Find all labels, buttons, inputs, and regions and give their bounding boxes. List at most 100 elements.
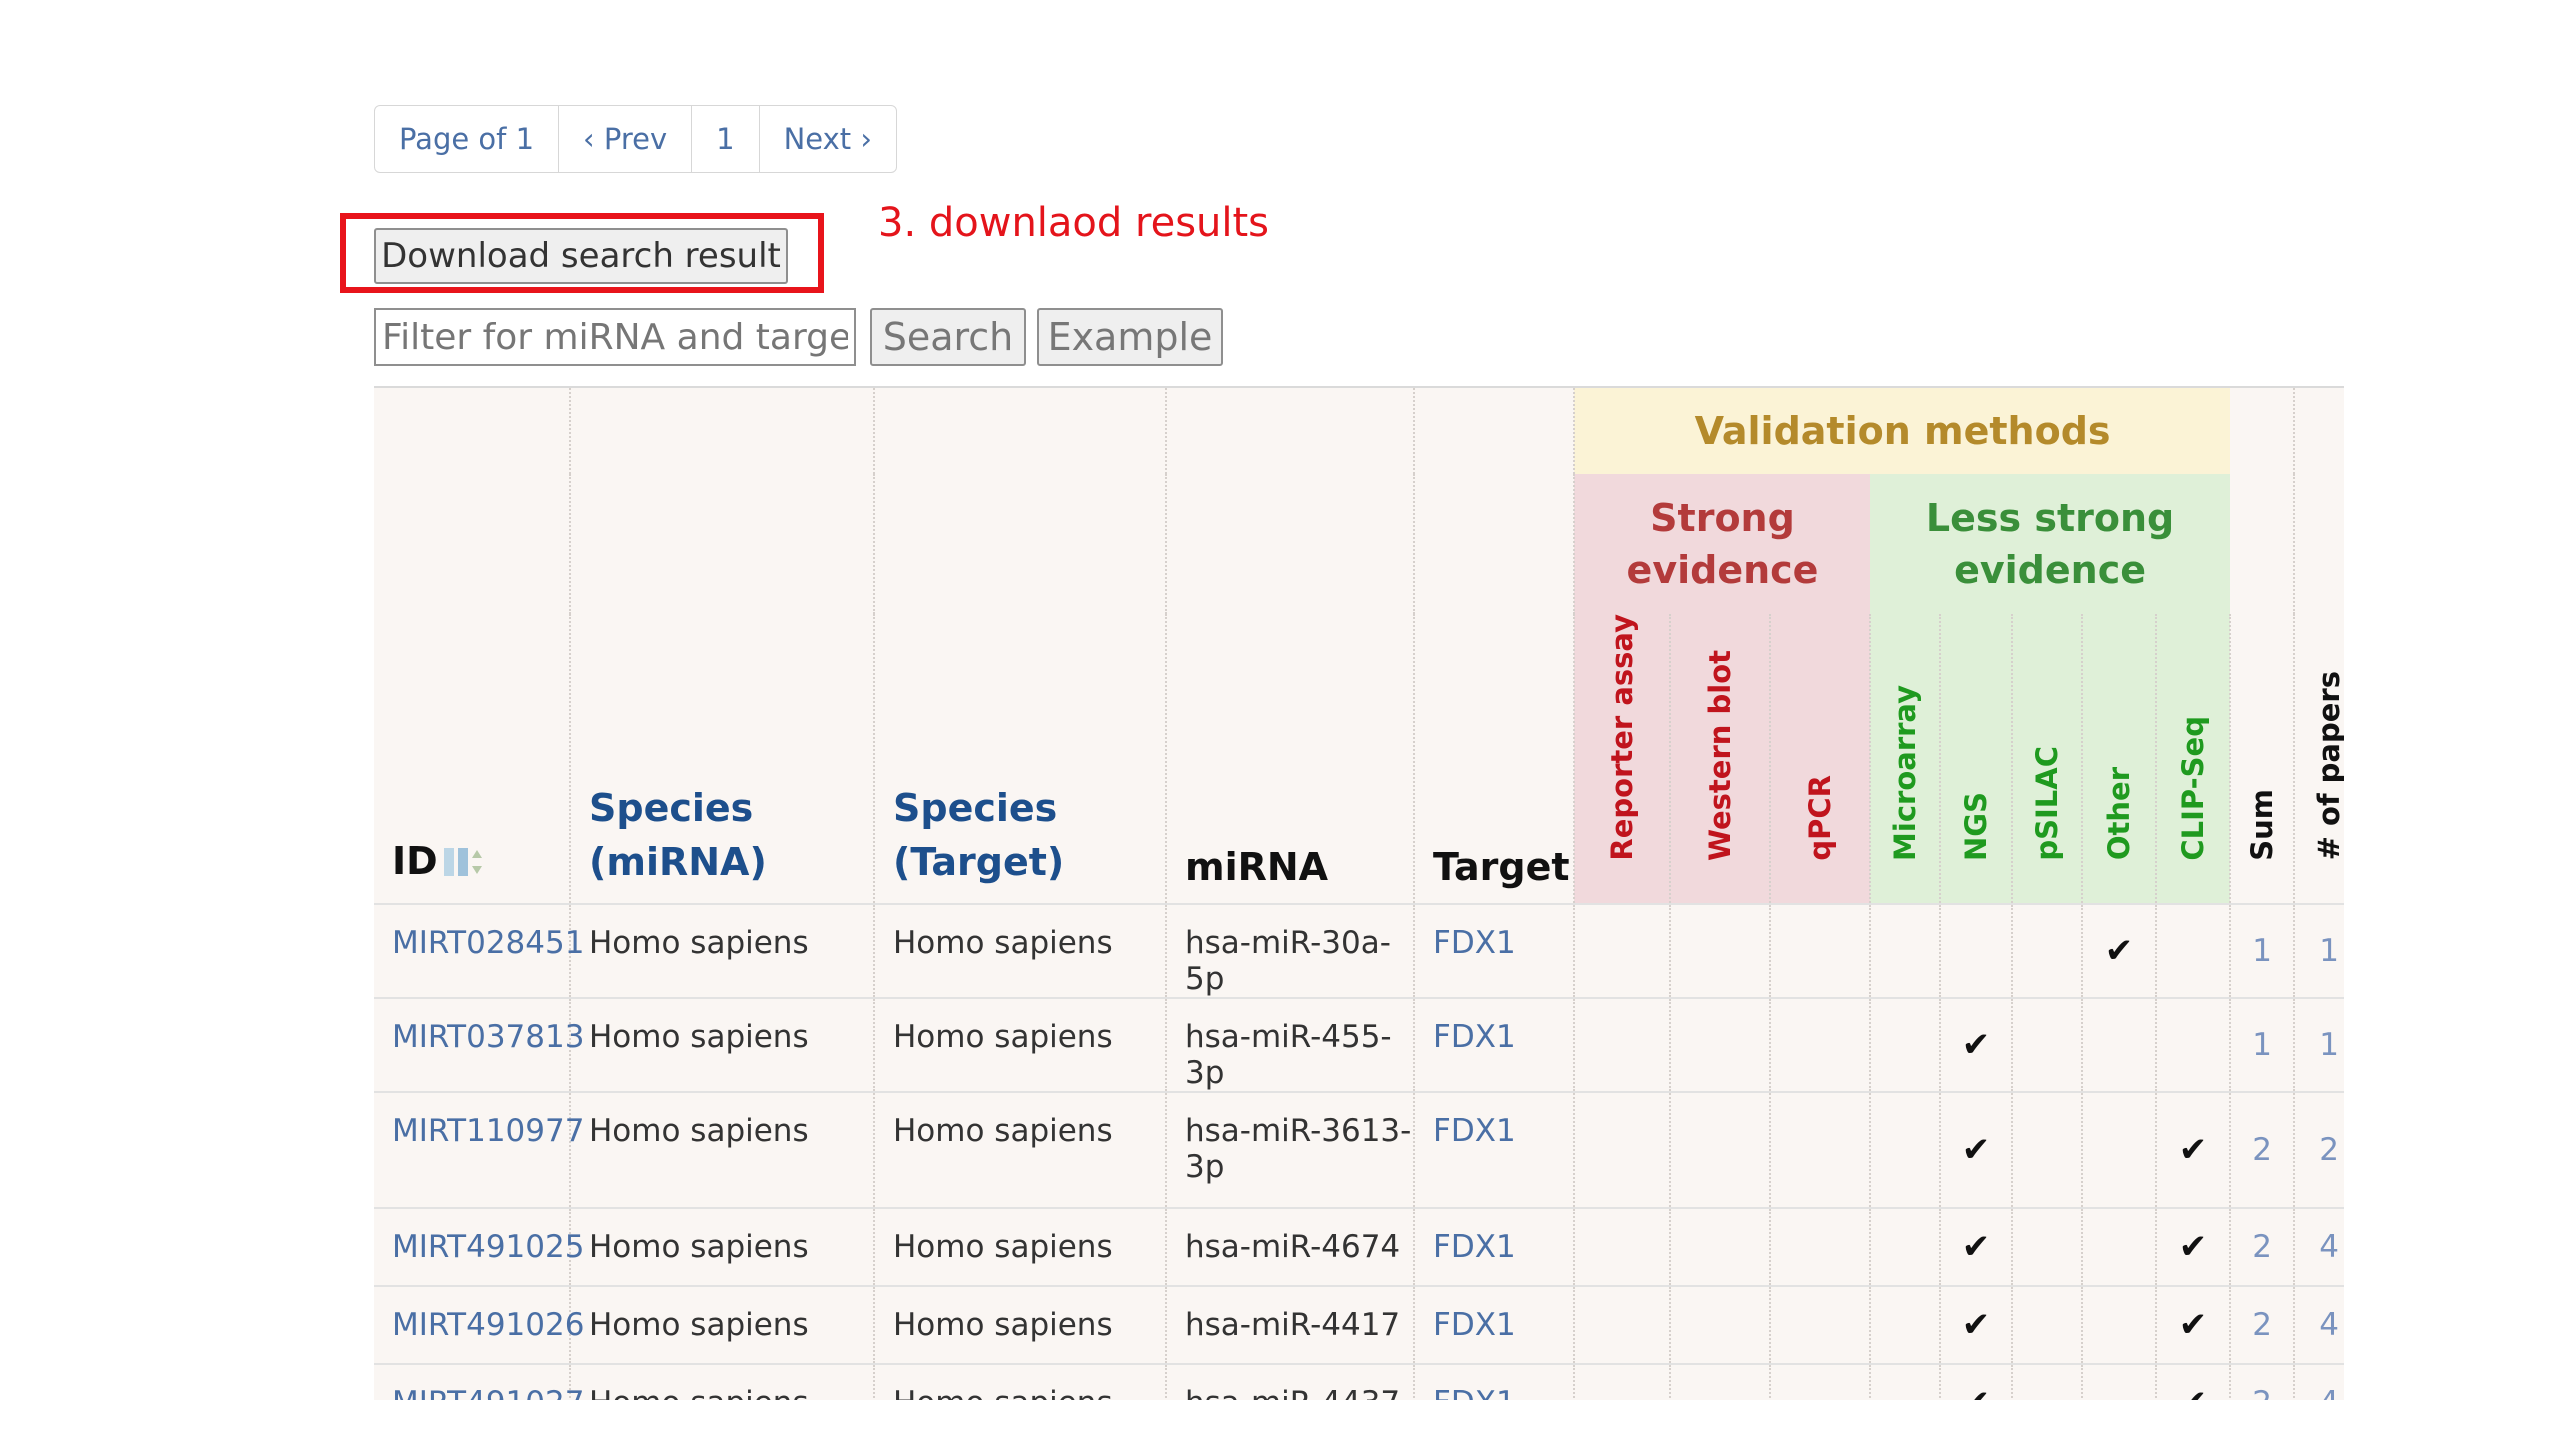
validation-check-cell: [1670, 1090, 1771, 1208]
row-target-link[interactable]: FDX1: [1414, 1362, 1575, 1400]
col-header-papers: # of papers: [2294, 388, 2344, 904]
validation-check-cell: [1770, 1090, 1871, 1208]
col-header-reporter-assay: Reporter assay: [1574, 614, 1671, 904]
validation-methods-header: Validation methods: [1574, 388, 2231, 474]
validation-check-cell: [2012, 1362, 2083, 1400]
row-mirna: hsa-miR-3613-3p: [1166, 1090, 1415, 1208]
col-header-psilac: pSILAC: [2012, 614, 2083, 904]
row-sum[interactable]: 2: [2230, 1284, 2296, 1364]
row-papers[interactable]: 4: [2294, 1362, 2344, 1400]
table-row: MIRT028451 Homo sapiens Homo sapiens hsa-mi…: [374, 902, 2344, 998]
validation-check-cell: [2082, 1284, 2157, 1364]
row-sum[interactable]: 2: [2230, 1206, 2296, 1286]
row-species-target: Homo sapiens: [874, 1090, 1167, 1208]
col-header-western-blot: Western blot: [1670, 614, 1771, 904]
row-mirna: hsa-miR-4437: [1166, 1362, 1415, 1400]
row-mirna: hsa-miR-30a-5p: [1166, 902, 1415, 998]
search-button[interactable]: Search: [870, 308, 1026, 366]
validation-check-cell: ✔: [2156, 1284, 2232, 1364]
col-header-species-mirna[interactable]: Species (miRNA): [570, 388, 875, 904]
validation-check-cell: [1574, 902, 1671, 998]
validation-check-cell: [2156, 996, 2232, 1092]
validation-check-cell: ✔: [1940, 1284, 2013, 1364]
row-species-target: Homo sapiens: [874, 1206, 1167, 1286]
row-sum[interactable]: 2: [2230, 1362, 2296, 1400]
validation-check-cell: [1870, 1362, 1941, 1400]
validation-check-cell: ✔: [2156, 1090, 2232, 1208]
page-number-link[interactable]: 1: [692, 106, 760, 172]
validation-check-cell: ✔: [1940, 1090, 2013, 1208]
row-id-link[interactable]: MIRT037813: [374, 996, 584, 1092]
col-header-sum: Sum: [2230, 388, 2296, 904]
validation-check-cell: [1770, 1362, 1871, 1400]
next-page-link[interactable]: Next ›: [760, 106, 896, 172]
validation-check-cell: [1870, 1206, 1941, 1286]
row-target-link[interactable]: FDX1: [1414, 996, 1575, 1092]
row-id-link[interactable]: MIRT110977: [374, 1090, 584, 1208]
annotation-label: 3. downlaod results: [878, 200, 1270, 246]
row-papers[interactable]: 2: [2294, 1090, 2344, 1208]
row-species-mirna: Homo sapiens: [570, 1206, 875, 1286]
row-species-target: Homo sapiens: [874, 1362, 1167, 1400]
row-id-link[interactable]: MIRT491025: [374, 1206, 584, 1286]
validation-check-cell: ✔: [1940, 1362, 2013, 1400]
validation-check-cell: [1670, 1206, 1771, 1286]
row-id-link[interactable]: MIRT028451: [374, 902, 584, 998]
validation-check-cell: [1574, 996, 1671, 1092]
row-papers[interactable]: 4: [2294, 1206, 2344, 1286]
example-button[interactable]: Example: [1037, 308, 1223, 366]
validation-check-cell: [1670, 996, 1771, 1092]
validation-check-cell: [1940, 902, 2013, 998]
row-sum[interactable]: 1: [2230, 902, 2296, 998]
row-id-link[interactable]: MIRT491026: [374, 1284, 584, 1364]
row-target-link[interactable]: FDX1: [1414, 1284, 1575, 1364]
validation-check-cell: [1770, 996, 1871, 1092]
row-species-mirna: Homo sapiens: [570, 996, 875, 1092]
validation-check-cell: [2012, 1090, 2083, 1208]
row-papers[interactable]: 1: [2294, 996, 2344, 1092]
row-papers[interactable]: 1: [2294, 902, 2344, 998]
validation-check-cell: [1870, 1284, 1941, 1364]
results-table: ID Species (miRNA) Species (Target) miRNA …: [374, 386, 2344, 1400]
row-id-link[interactable]: MIRT491027: [374, 1362, 584, 1400]
table-row: MIRT110977 Homo sapiens Homo sapiens hsa-mi…: [374, 1090, 2344, 1208]
validation-check-cell: [1574, 1090, 1671, 1208]
table-row: MIRT037813 Homo sapiens Homo sapiens hsa-mi…: [374, 996, 2344, 1092]
validation-check-cell: ✔: [2082, 902, 2157, 998]
sort-icon[interactable]: [442, 844, 482, 889]
col-header-id[interactable]: ID: [374, 388, 571, 904]
row-target-link[interactable]: FDX1: [1414, 1206, 1575, 1286]
validation-check-cell: [1670, 1362, 1771, 1400]
row-target-link[interactable]: FDX1: [1414, 902, 1575, 998]
validation-check-cell: [2082, 1362, 2157, 1400]
strong-evidence-header: Strong evidence: [1574, 474, 1870, 614]
row-sum[interactable]: 2: [2230, 1090, 2296, 1208]
download-search-result-button[interactable]: Download search result: [374, 228, 788, 284]
validation-check-cell: [1574, 1284, 1671, 1364]
validation-check-cell: [2012, 996, 2083, 1092]
validation-check-cell: [2156, 902, 2232, 998]
validation-check-cell: [2082, 1090, 2157, 1208]
validation-check-cell: [1574, 1206, 1671, 1286]
row-target-link[interactable]: FDX1: [1414, 1090, 1575, 1208]
table-row: MIRT491026 Homo sapiens Homo sapiens hsa-mi…: [374, 1284, 2344, 1364]
row-papers[interactable]: 4: [2294, 1284, 2344, 1364]
row-sum[interactable]: 1: [2230, 996, 2296, 1092]
col-header-other: Other: [2082, 614, 2157, 904]
filter-input[interactable]: [374, 308, 856, 366]
page-of-label: Page of 1: [375, 106, 560, 172]
row-species-target: Homo sapiens: [874, 996, 1167, 1092]
validation-check-cell: [1870, 1090, 1941, 1208]
row-species-target: Homo sapiens: [874, 1284, 1167, 1364]
validation-check-cell: [1770, 902, 1871, 998]
validation-check-cell: ✔: [1940, 996, 2013, 1092]
col-header-species-target[interactable]: Species (Target): [874, 388, 1167, 904]
col-header-clip-seq: CLIP-Seq: [2156, 614, 2232, 904]
validation-check-cell: ✔: [2156, 1362, 2232, 1400]
validation-check-cell: [2012, 1206, 2083, 1286]
col-header-id-label: ID: [392, 838, 438, 883]
row-species-mirna: Homo sapiens: [570, 1284, 875, 1364]
col-header-ngs: NGS: [1940, 614, 2013, 904]
validation-check-cell: [2012, 902, 2083, 998]
prev-page-link[interactable]: ‹ Prev: [559, 106, 693, 172]
